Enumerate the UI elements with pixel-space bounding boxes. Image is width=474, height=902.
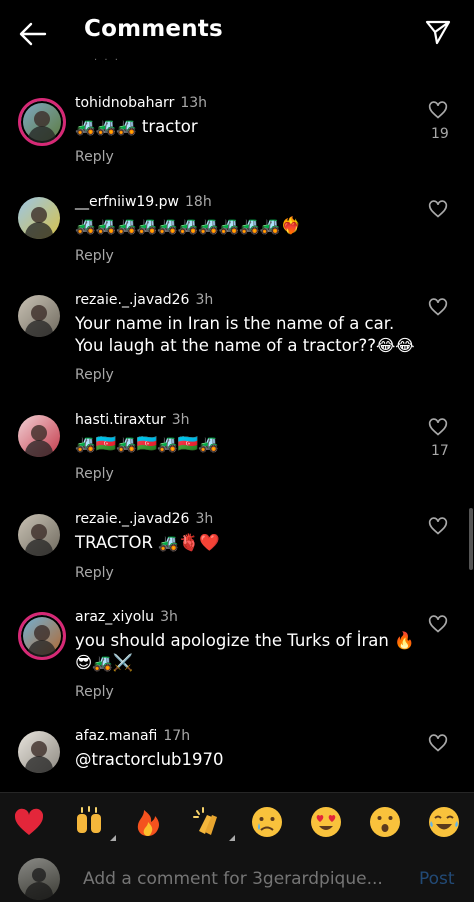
reply-button[interactable]: Reply [75, 248, 114, 264]
comment-username[interactable]: hasti.tiraxtur [75, 412, 166, 428]
comment-composer: Post [0, 852, 474, 902]
heart-icon[interactable] [428, 199, 448, 219]
previous-comment-hint: · · · [94, 55, 120, 66]
comment-time: 3h [171, 412, 190, 428]
reply-button[interactable]: Reply [75, 367, 114, 383]
reply-button[interactable]: Reply [75, 684, 114, 700]
header: Comments [0, 0, 474, 64]
comment-meta: afaz.manafi 17h [75, 728, 190, 744]
heart-icon[interactable] [428, 516, 448, 536]
surprised-face-emoji-icon[interactable] [368, 805, 402, 839]
avatar[interactable] [18, 415, 60, 457]
reply-button[interactable]: Reply [75, 466, 114, 482]
scrollbar[interactable] [469, 508, 473, 570]
comment-text: 🚜🚜🚜 tractor [75, 117, 198, 136]
avatar [18, 858, 60, 900]
comment-text: TRACTOR 🚜🫀❤️ [75, 533, 220, 552]
heart-icon[interactable] [428, 417, 448, 437]
tears-of-joy-emoji-icon[interactable] [427, 805, 461, 839]
comment-meta: rezaie._.javad26 3h [75, 511, 213, 527]
post-button[interactable]: Post [419, 869, 455, 889]
heart-icon[interactable] [428, 100, 448, 120]
heart-icon[interactable] [428, 297, 448, 317]
comment-meta: rezaie._.javad26 3h [75, 292, 213, 308]
comment-time: 13h [180, 95, 208, 111]
like-count: 17 [431, 443, 449, 459]
comment-time: 17h [163, 728, 191, 744]
avatar[interactable] [18, 295, 60, 337]
emoji-reaction-bar [0, 792, 474, 853]
avatar[interactable] [18, 731, 60, 773]
comment-username[interactable]: tohidnobaharr [75, 95, 174, 111]
reply-button[interactable]: Reply [75, 565, 114, 581]
page-title: Comments [84, 16, 223, 42]
reply-button[interactable]: Reply [75, 149, 114, 165]
comment-username[interactable]: rezaie._.javad26 [75, 511, 189, 527]
comment-time: 18h [185, 194, 212, 210]
fire-emoji-icon[interactable] [131, 805, 165, 839]
avatar[interactable] [18, 98, 66, 146]
heart-eyes-emoji-icon[interactable] [309, 805, 343, 839]
like-count: 19 [431, 126, 449, 142]
comment-text: you should apologize the Turks of İran 🔥… [75, 631, 415, 672]
comment-username[interactable]: __erfniiw19.pw [75, 194, 179, 210]
comment-username[interactable]: rezaie._.javad26 [75, 292, 189, 308]
comment-username[interactable]: araz_xiyolu [75, 609, 154, 625]
comment-meta: hasti.tiraxtur 3h [75, 412, 189, 428]
avatar[interactable] [18, 612, 66, 660]
raised-hands-emoji-icon[interactable] [72, 805, 116, 841]
comment-text: @tractorclub1970 [75, 750, 224, 769]
crying-face-emoji-icon[interactable] [250, 805, 284, 839]
comment-meta: __erfniiw19.pw 18h [75, 194, 212, 210]
comment-username[interactable]: afaz.manafi [75, 728, 157, 744]
back-arrow-icon[interactable] [18, 19, 48, 49]
comment-meta: araz_xiyolu 3h [75, 609, 178, 625]
comment-time: 3h [195, 511, 214, 527]
avatar[interactable] [18, 514, 60, 556]
comment-time: 3h [160, 609, 178, 625]
heart-icon[interactable] [428, 733, 448, 753]
comment-text: Your name in Iran is the name of a car. … [75, 314, 415, 355]
comment-meta: tohidnobaharr 13h [75, 95, 207, 111]
comment-text: 🚜🇦🇿🚜🇦🇿🚜🇦🇿🚜 [75, 434, 219, 453]
heart-emoji-icon[interactable] [12, 805, 46, 839]
avatar[interactable] [18, 197, 60, 239]
more-variants-indicator [110, 835, 116, 841]
comment-time: 3h [195, 292, 214, 308]
more-variants-indicator [229, 835, 235, 841]
comment-input[interactable] [83, 869, 383, 889]
heart-icon[interactable] [428, 614, 448, 634]
clapping-hands-emoji-icon[interactable] [191, 805, 235, 841]
comment-text: 🚜🚜🚜🚜🚜🚜🚜🚜🚜🚜❤️‍🔥 [75, 216, 301, 235]
send-icon[interactable] [424, 18, 452, 46]
